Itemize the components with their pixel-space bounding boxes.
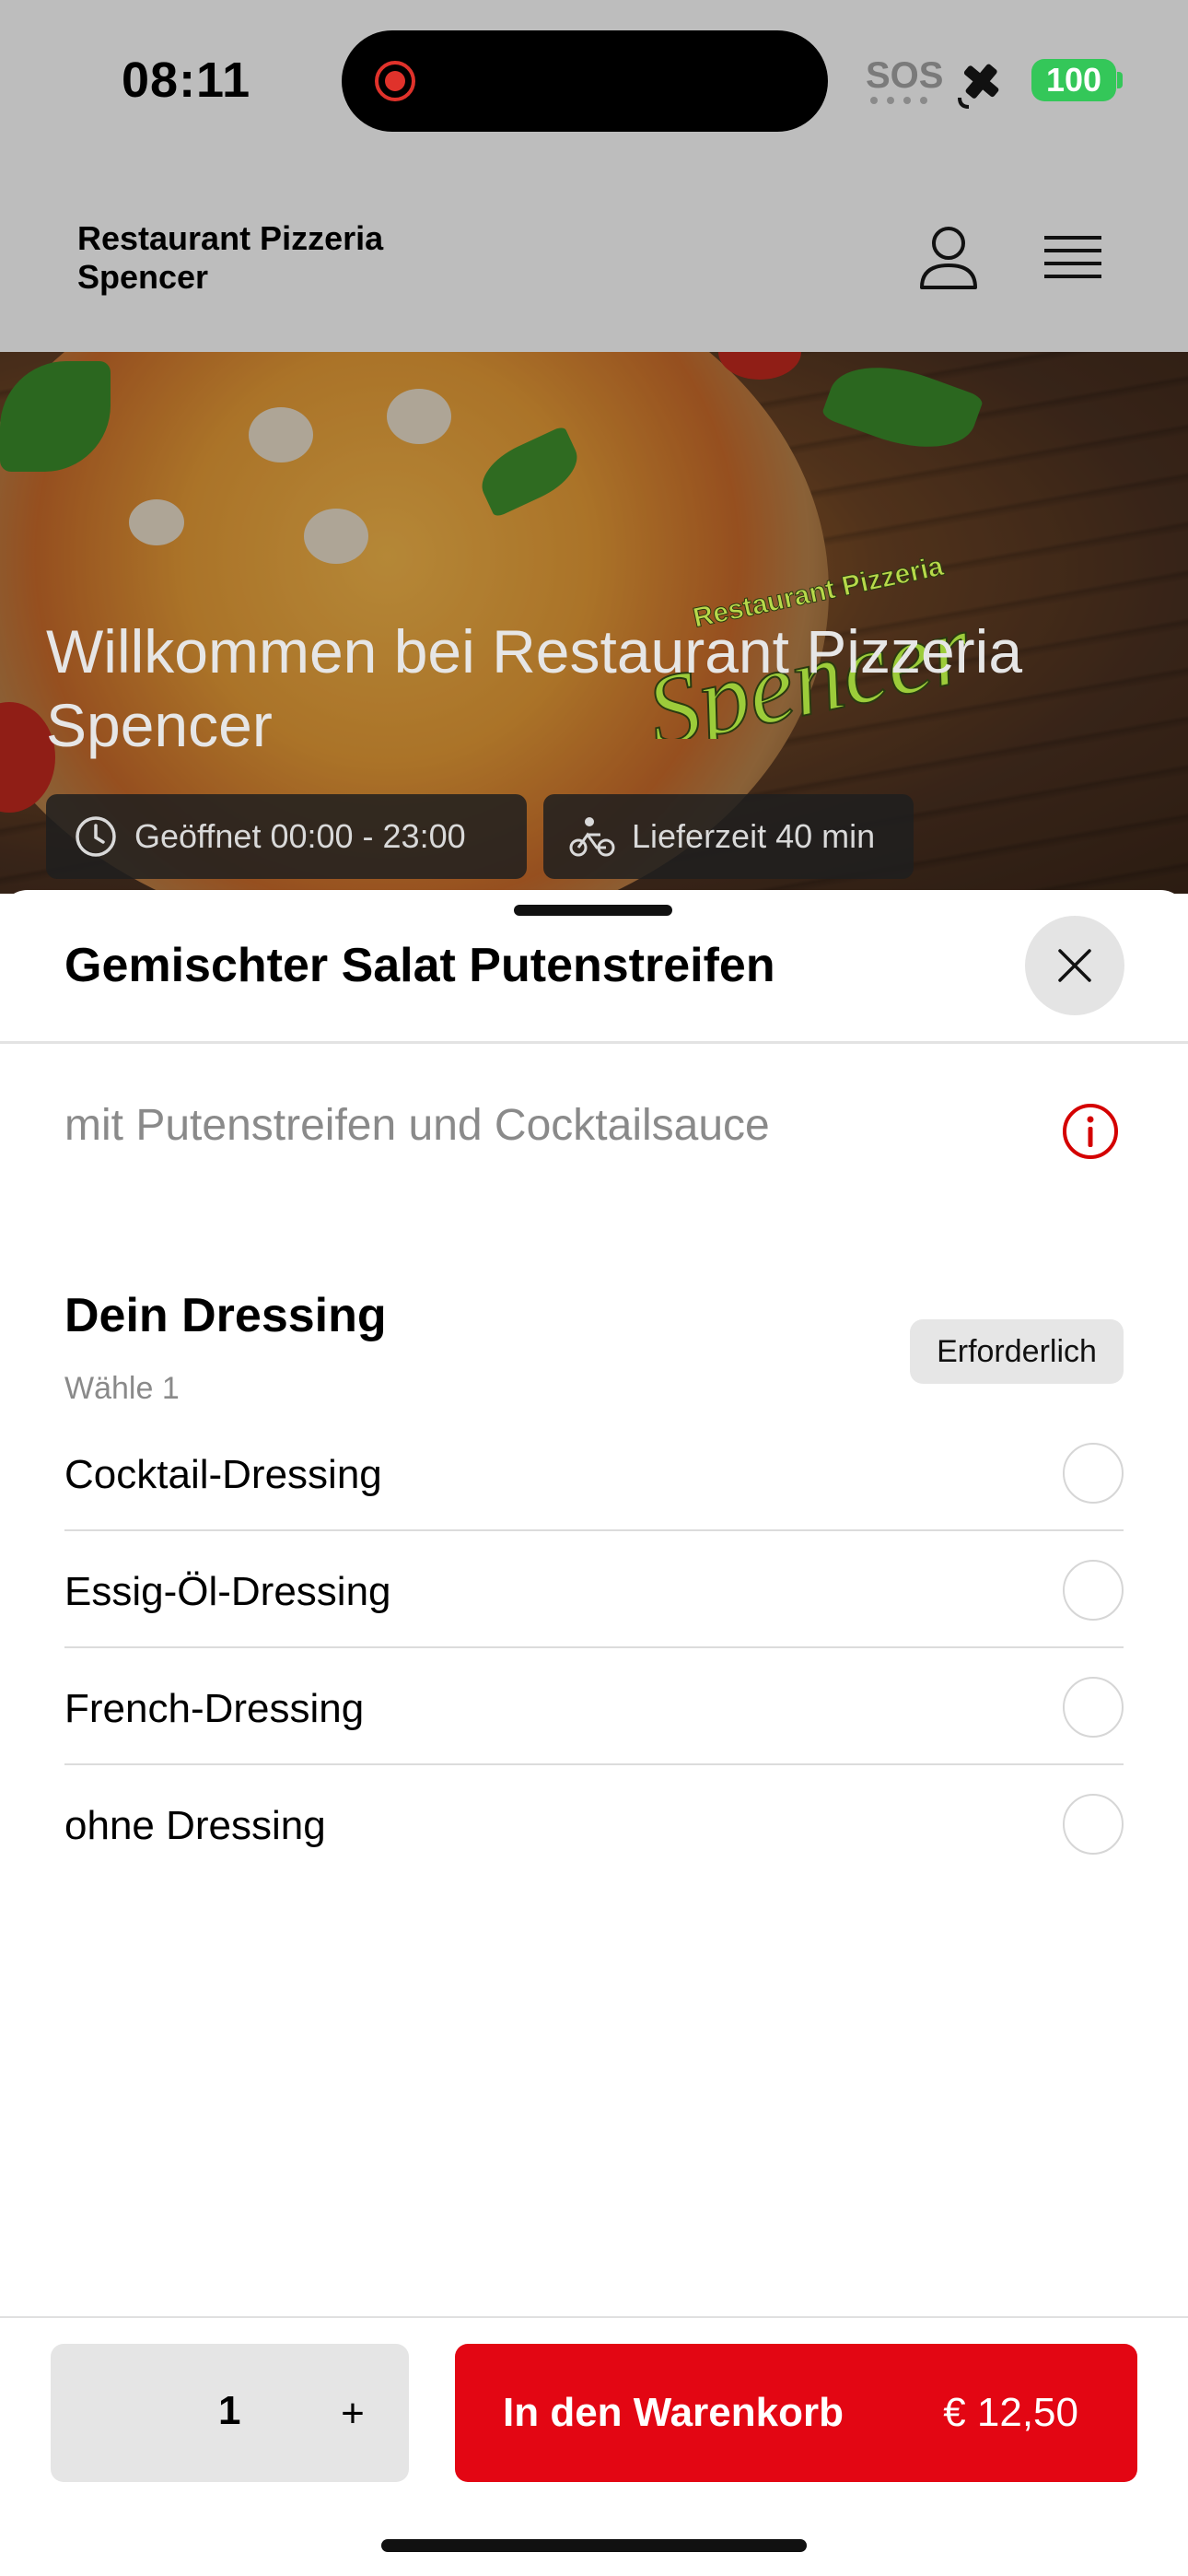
info-icon[interactable]: [1061, 1102, 1120, 1161]
product-bottom-sheet: Gemischter Salat Putenstreifen mit Puten…: [0, 890, 1188, 2576]
radio-button[interactable]: [1063, 1443, 1124, 1504]
hamburger-menu-icon[interactable]: [1041, 230, 1105, 286]
restaurant-name[interactable]: Restaurant Pizzeria Spencer: [77, 219, 464, 297]
battery-indicator: 100: [1031, 59, 1116, 101]
hero-banner: Restaurant Pizzeria Spencer Willkommen b…: [0, 352, 1188, 894]
product-description: mit Putenstreifen und Cocktailsauce: [64, 1101, 770, 1150]
close-icon: [1058, 949, 1091, 982]
add-to-cart-label: In den Warenkorb: [503, 2390, 844, 2435]
app-header: Restaurant Pizzeria Spencer: [0, 166, 1188, 352]
dressing-option-label: French-Dressing: [64, 1686, 365, 1731]
option-divider: [64, 1529, 1124, 1531]
delivery-time-badge: Lieferzeit 40 min: [543, 794, 914, 879]
price-label: € 12,50: [943, 2390, 1078, 2435]
dressing-section-title: Dein Dressing: [64, 1289, 387, 1342]
sos-indicator: SOS: [866, 55, 944, 96]
clock-icon: [76, 816, 116, 857]
home-indicator[interactable]: [381, 2539, 807, 2552]
required-badge: Erforderlich: [910, 1319, 1124, 1384]
user-account-icon[interactable]: [916, 221, 981, 295]
option-divider: [64, 1763, 1124, 1765]
option-divider: [64, 1646, 1124, 1648]
radio-button[interactable]: [1063, 1794, 1124, 1855]
divider: [0, 1041, 1188, 1044]
recording-icon: [375, 61, 415, 101]
dressing-option[interactable]: Cocktail-Dressing: [64, 1415, 1124, 1531]
status-bar: 08:11 SOS 100: [0, 0, 1188, 166]
quantity-stepper: 1 +: [51, 2344, 409, 2482]
dressing-option[interactable]: French-Dressing: [64, 1649, 1124, 1765]
hero-title: Willkommen bei Restaurant Pizzeria Spenc…: [46, 617, 1023, 759]
battery-tip: [1117, 72, 1123, 88]
bicycle-courier-icon: [569, 817, 615, 857]
sheet-grabber[interactable]: [514, 905, 672, 916]
product-title: Gemischter Salat Putenstreifen: [64, 939, 775, 992]
satellite-icon: [958, 64, 999, 109]
opening-hours-text: Geöffnet 00:00 - 23:00: [134, 817, 466, 855]
dressing-option-label: Cocktail-Dressing: [64, 1452, 382, 1497]
opening-hours-badge: Geöffnet 00:00 - 23:00: [46, 794, 527, 879]
dressing-section-subtitle: Wähle 1: [64, 1371, 180, 1406]
footer-divider: [0, 2316, 1188, 2318]
radio-button[interactable]: [1063, 1677, 1124, 1738]
quantity-value: 1: [218, 2388, 241, 2433]
increase-quantity-button[interactable]: +: [325, 2386, 380, 2441]
close-button[interactable]: [1025, 916, 1124, 1015]
dressing-option-label: ohne Dressing: [64, 1803, 326, 1848]
dressing-option[interactable]: ohne Dressing: [64, 1766, 1124, 1882]
dressing-option[interactable]: Essig-Öl-Dressing: [64, 1532, 1124, 1648]
delivery-time-text: Lieferzeit 40 min: [632, 817, 876, 855]
add-to-cart-button[interactable]: In den Warenkorb € 12,50: [455, 2344, 1137, 2482]
status-time: 08:11: [122, 53, 251, 108]
dynamic-island: [342, 30, 828, 132]
radio-button[interactable]: [1063, 1560, 1124, 1621]
signal-dots-icon: [870, 97, 927, 104]
dressing-option-label: Essig-Öl-Dressing: [64, 1569, 391, 1614]
